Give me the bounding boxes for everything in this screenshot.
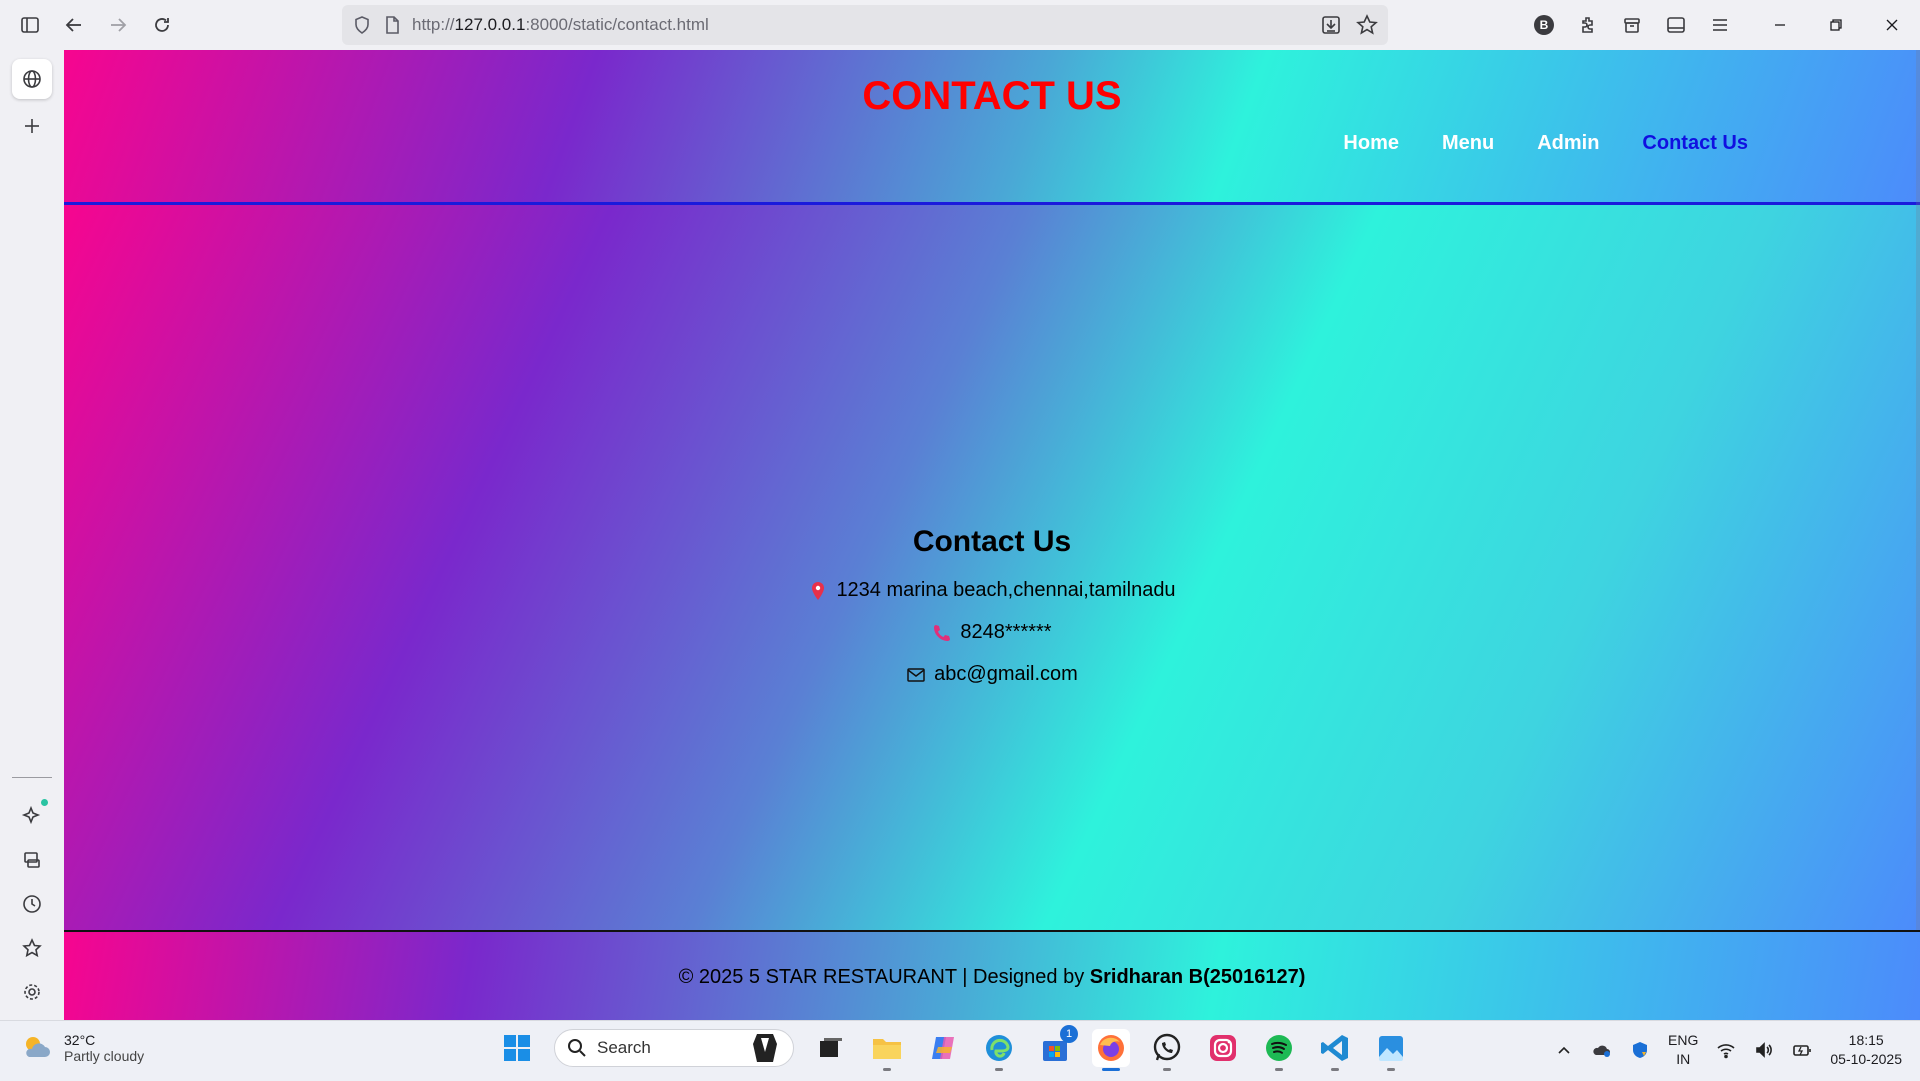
contact-section: Contact Us 1234 marina beach,chennai,tam… — [64, 205, 1920, 932]
spotify-icon[interactable] — [1260, 1029, 1298, 1071]
sidebar-toggle-icon[interactable] — [12, 7, 48, 43]
page-scrollbar[interactable] — [1916, 50, 1920, 930]
battery-icon[interactable] — [1792, 1040, 1812, 1060]
nav-menu[interactable]: Menu — [1442, 132, 1494, 155]
taskbar-search[interactable]: Search — [554, 1029, 794, 1067]
address-line: 1234 marina beach,chennai,tamilnadu — [64, 579, 1920, 602]
account-icon[interactable]: B — [1526, 7, 1562, 43]
minimize-button[interactable] — [1752, 7, 1808, 43]
taskbar-apps: Search 1 — [498, 1025, 1410, 1071]
wifi-icon[interactable] — [1716, 1040, 1736, 1060]
footer-author: Sridharan B(25016127) — [1089, 966, 1306, 988]
search-label: Search — [597, 1038, 651, 1057]
contact-heading: Contact Us — [912, 525, 1072, 558]
address-bar[interactable]: http://127.0.0.1:8000/static/contact.htm… — [342, 5, 1388, 45]
footer-copyright: © 2025 5 STAR RESTAURANT | Designed by — [678, 966, 1090, 988]
security-shield-icon[interactable] — [1630, 1040, 1650, 1060]
settings-gear-icon[interactable] — [12, 972, 52, 1012]
copilot-icon[interactable] — [924, 1029, 962, 1067]
onedrive-icon[interactable] — [1592, 1040, 1612, 1060]
main-nav: Home Menu Admin Contact Us — [1343, 132, 1748, 155]
location-pin-icon — [808, 581, 828, 601]
phone-line: 8248****** — [64, 621, 1920, 644]
page-icon[interactable] — [382, 15, 402, 35]
synced-tabs-icon[interactable] — [12, 840, 52, 880]
web-page: CONTACT US Home Menu Admin Contact Us Co… — [64, 50, 1920, 1020]
language-indicator[interactable]: ENG IN — [1668, 1031, 1698, 1069]
site-footer: © 2025 5 STAR RESTAURANT | Designed by S… — [64, 932, 1920, 1020]
system-tray: ENG IN 18:15 05-10-2025 — [1554, 1031, 1902, 1069]
contact-box: Contact Us 1234 marina beach,chennai,tam… — [64, 525, 1920, 705]
phone-text: 8248****** — [960, 621, 1052, 643]
forward-button[interactable] — [100, 7, 136, 43]
browser-sidebar — [0, 50, 64, 1020]
whatsapp-icon[interactable] — [1148, 1029, 1186, 1071]
nav-admin[interactable]: Admin — [1537, 132, 1599, 155]
photos-icon[interactable] — [1372, 1029, 1410, 1071]
bookmarks-icon[interactable] — [12, 928, 52, 968]
microsoft-store-icon[interactable]: 1 — [1036, 1025, 1078, 1067]
phone-icon — [932, 623, 952, 643]
site-header: CONTACT US Home Menu Admin Contact Us — [64, 50, 1920, 205]
volume-icon[interactable] — [1754, 1040, 1774, 1060]
container-tabs-icon[interactable] — [1614, 7, 1650, 43]
menu-icon[interactable] — [1702, 7, 1738, 43]
globe-icon[interactable] — [12, 59, 52, 99]
sidebar-panel-icon[interactable] — [1658, 7, 1694, 43]
vscode-icon[interactable] — [1316, 1029, 1354, 1071]
history-icon[interactable] — [12, 884, 52, 924]
weather-widget[interactable]: 32°C Partly cloudy — [20, 1031, 144, 1065]
notification-dot — [41, 799, 48, 806]
weather-temp: 32°C — [64, 1032, 96, 1048]
firefox-icon[interactable] — [1092, 1029, 1130, 1071]
email-text: abc@gmail.com — [934, 663, 1078, 685]
address-text: 1234 marina beach,chennai,tamilnadu — [836, 579, 1176, 601]
browser-toolbar: http://127.0.0.1:8000/static/contact.htm… — [0, 0, 1920, 50]
site-title: CONTACT US — [862, 74, 1122, 118]
ai-sparkle-icon[interactable] — [12, 795, 52, 835]
close-button[interactable] — [1864, 7, 1920, 43]
store-badge: 1 — [1060, 1025, 1078, 1043]
reload-button[interactable] — [144, 7, 180, 43]
partly-cloudy-icon — [26, 1037, 50, 1057]
footer-text: © 2025 5 STAR RESTAURANT | Designed by S… — [64, 966, 1920, 989]
sidebar-divider — [12, 777, 52, 778]
file-explorer-icon[interactable] — [868, 1029, 906, 1071]
envelope-icon — [906, 665, 926, 685]
add-icon[interactable] — [12, 106, 52, 146]
nav-contact-us[interactable]: Contact Us — [1642, 132, 1748, 155]
clock[interactable]: 18:15 05-10-2025 — [1830, 1031, 1902, 1069]
back-button[interactable] — [56, 7, 92, 43]
widget-figure-icon — [753, 1034, 777, 1062]
url-text[interactable]: http://127.0.0.1:8000/static/contact.htm… — [412, 15, 709, 35]
windows-start-icon[interactable] — [498, 1029, 536, 1067]
task-view-icon[interactable] — [812, 1029, 850, 1067]
shield-icon[interactable] — [352, 15, 372, 35]
restore-button[interactable] — [1808, 7, 1864, 43]
taskbar: 32°C Partly cloudy Search 1 ENG IN 18:15… — [0, 1020, 1920, 1081]
search-icon — [568, 1039, 586, 1057]
chevron-up-icon[interactable] — [1554, 1040, 1574, 1060]
nav-home[interactable]: Home — [1343, 132, 1399, 155]
weather-condition: Partly cloudy — [64, 1048, 145, 1064]
download-icon[interactable] — [1320, 14, 1342, 36]
instagram-icon[interactable] — [1204, 1029, 1242, 1067]
bookmark-star-icon[interactable] — [1356, 14, 1378, 36]
edge-browser-icon[interactable] — [980, 1029, 1018, 1071]
extensions-icon[interactable] — [1570, 7, 1606, 43]
email-line: abc@gmail.com — [64, 663, 1920, 686]
